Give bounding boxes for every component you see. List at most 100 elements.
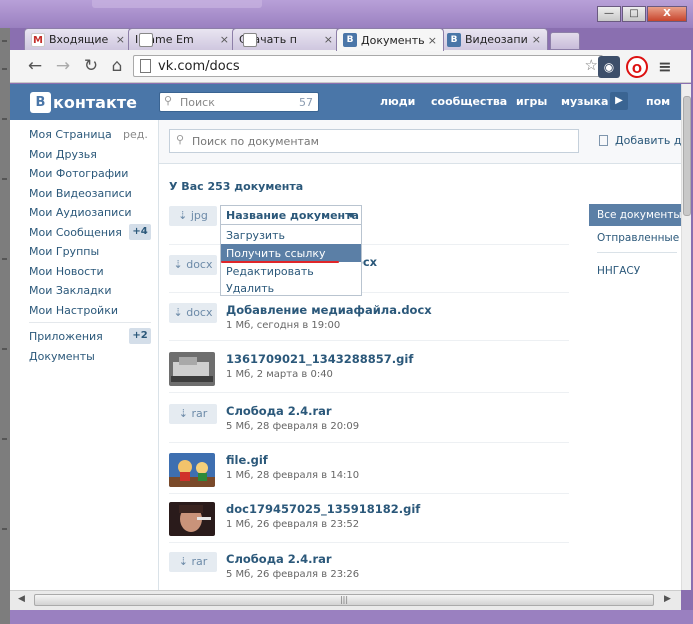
vertical-scrollbar[interactable] (681, 84, 691, 590)
tab-download[interactable]: Скачать п × (232, 28, 340, 50)
filter-all-documents[interactable]: Все документы (589, 204, 681, 226)
close-tab-icon[interactable]: × (428, 34, 437, 47)
menu-documents[interactable]: Документы (29, 350, 95, 363)
close-tab-icon[interactable]: × (220, 33, 229, 46)
menu-audio[interactable]: Мои Аудиозаписи (29, 206, 132, 219)
menu-messages[interactable]: Мои Сообщения (29, 226, 122, 239)
document-icon (139, 32, 153, 47)
window-title-ghost (92, 0, 262, 8)
tab-strip: M Входящие × IFrame Em × Скачать п × B Д… (24, 28, 580, 51)
file-type-badge: ⇣ jpg (169, 206, 217, 226)
tab-iframe[interactable]: IFrame Em × (128, 28, 236, 50)
scroll-left-icon[interactable]: ◀ (18, 594, 25, 604)
apps-badge[interactable]: +2 (129, 328, 151, 344)
close-tab-icon[interactable]: × (324, 33, 333, 46)
tab-videos[interactable]: B Видеозапи × (440, 28, 548, 50)
nav-music[interactable]: музыка (561, 95, 608, 108)
filter-sent[interactable]: Отправленные (589, 227, 681, 249)
vk-icon: B (343, 33, 357, 47)
document-name[interactable]: Слобода 2.4.rar (226, 552, 332, 566)
new-tab-button[interactable] (550, 32, 580, 50)
gmail-icon: M (31, 32, 45, 47)
menu-icon[interactable]: ≡ (654, 56, 676, 78)
search-icon: ⚲ (176, 133, 185, 146)
search-count: 57 (299, 96, 313, 109)
maximize-button[interactable]: □ (622, 6, 646, 22)
vk-logo-text: контакте (53, 93, 137, 112)
url-text: vk.com/docs (158, 59, 240, 74)
red-underline-annotation (221, 261, 339, 263)
dropdown-title: Название документа (226, 209, 359, 222)
menu-bookmarks[interactable]: Мои Закладки (29, 284, 111, 297)
menu-item-get-link[interactable]: Получить ссылку (221, 244, 361, 262)
camera-extension-icon[interactable]: ◉ (598, 56, 620, 78)
document-meta: 1 Мб, 26 февраля в 23:52 (226, 519, 360, 530)
forward-arrow-icon[interactable]: → (52, 56, 74, 78)
window-controls: — □ X (597, 6, 687, 22)
gif-thumbnail[interactable] (169, 502, 215, 536)
back-arrow-icon[interactable]: ← (24, 56, 46, 78)
adblock-extension-icon[interactable]: O (626, 56, 648, 78)
file-type-badge: ⇣ docx (169, 303, 217, 323)
menu-my-page[interactable]: Моя Страница (29, 128, 112, 141)
vk-search-input[interactable]: ⚲ Поиск 57 (159, 92, 319, 112)
row-divider (169, 542, 569, 543)
minimize-button[interactable]: — (597, 6, 621, 22)
gif-thumbnail[interactable] (169, 352, 215, 386)
page-viewport: В контакте ⚲ Поиск 57 люди сообщества иг… (10, 84, 681, 590)
vk-logo[interactable]: В контакте (30, 92, 137, 113)
document-name[interactable]: doc179457025_135918182.gif (226, 502, 420, 516)
vk-icon: B (447, 32, 461, 47)
tab-label: Документы (361, 33, 424, 47)
left-menu: Моя Страница ред. Мои Друзья Мои Фотогра… (10, 120, 158, 590)
nav-games[interactable]: игры (516, 95, 547, 108)
nav-people[interactable]: люди (380, 95, 415, 108)
play-icon[interactable]: ▶ (610, 92, 628, 110)
tab-documents[interactable]: B Документы × (336, 28, 444, 51)
menu-photos[interactable]: Мои Фотографии (29, 167, 128, 180)
menu-apps[interactable]: Приложения (29, 330, 103, 343)
document-name[interactable]: file.gif (226, 453, 268, 467)
edit-link[interactable]: ред. (123, 128, 148, 141)
menu-videos[interactable]: Мои Видеозаписи (29, 187, 132, 200)
document-name[interactable]: Слобода 2.4.rar (226, 404, 332, 418)
home-icon[interactable]: ⌂ (106, 56, 128, 78)
gif-thumbnail[interactable] (169, 453, 215, 487)
nav-help[interactable]: пом (646, 95, 670, 108)
messages-badge[interactable]: +4 (129, 224, 151, 240)
menu-settings[interactable]: Мои Настройки (29, 304, 118, 317)
tab-label: Видеозапи (465, 33, 528, 46)
add-document-label: Добавить документ (615, 134, 681, 147)
scroll-right-icon[interactable]: ▶ (664, 594, 671, 604)
document-icon (599, 135, 608, 146)
documents-search-input[interactable]: ⚲ Поиск по документам (169, 129, 579, 153)
reload-icon[interactable]: ↻ (80, 56, 102, 78)
vertical-scroll-thumb[interactable] (683, 96, 691, 216)
document-meta: 5 Мб, 26 февраля в 23:26 (226, 569, 360, 580)
vk-header: В контакте ⚲ Поиск 57 люди сообщества иг… (10, 84, 681, 120)
nav-communities[interactable]: сообщества (431, 95, 507, 108)
menu-item-delete[interactable]: Удалить (221, 279, 361, 297)
row-divider (169, 392, 569, 393)
document-actions-menu: Загрузить Получить ссылку Редактировать … (220, 224, 362, 296)
document-name[interactable]: Добавление медиафайла.docx (226, 303, 432, 317)
close-tab-icon[interactable]: × (116, 33, 125, 46)
add-document-link[interactable]: Добавить документ (599, 134, 681, 147)
close-tab-icon[interactable]: × (532, 33, 541, 46)
horizontal-scrollbar[interactable]: ◀ ||| ▶ (10, 590, 681, 610)
tab-gmail[interactable]: M Входящие × (24, 28, 132, 50)
menu-item-edit[interactable]: Редактировать (221, 262, 361, 280)
address-bar[interactable]: vk.com/docs ☆ (133, 55, 603, 77)
menu-news[interactable]: Мои Новости (29, 265, 104, 278)
document-name-dropdown[interactable]: Название документа (220, 205, 362, 224)
horizontal-scroll-thumb[interactable]: ||| (34, 594, 654, 606)
close-window-button[interactable]: X (647, 6, 687, 22)
menu-item-upload[interactable]: Загрузить (221, 226, 361, 244)
menu-friends[interactable]: Мои Друзья (29, 148, 97, 161)
menu-groups[interactable]: Мои Группы (29, 245, 99, 258)
row-divider (169, 493, 569, 494)
filter-nngasu[interactable]: ННГАСУ (589, 260, 681, 282)
document-name[interactable]: 1361709021_1343288857.gif (226, 352, 413, 366)
bookmark-star-icon[interactable]: ☆ (585, 56, 598, 74)
document-meta: 1 Мб, 28 февраля в 14:10 (226, 470, 360, 481)
